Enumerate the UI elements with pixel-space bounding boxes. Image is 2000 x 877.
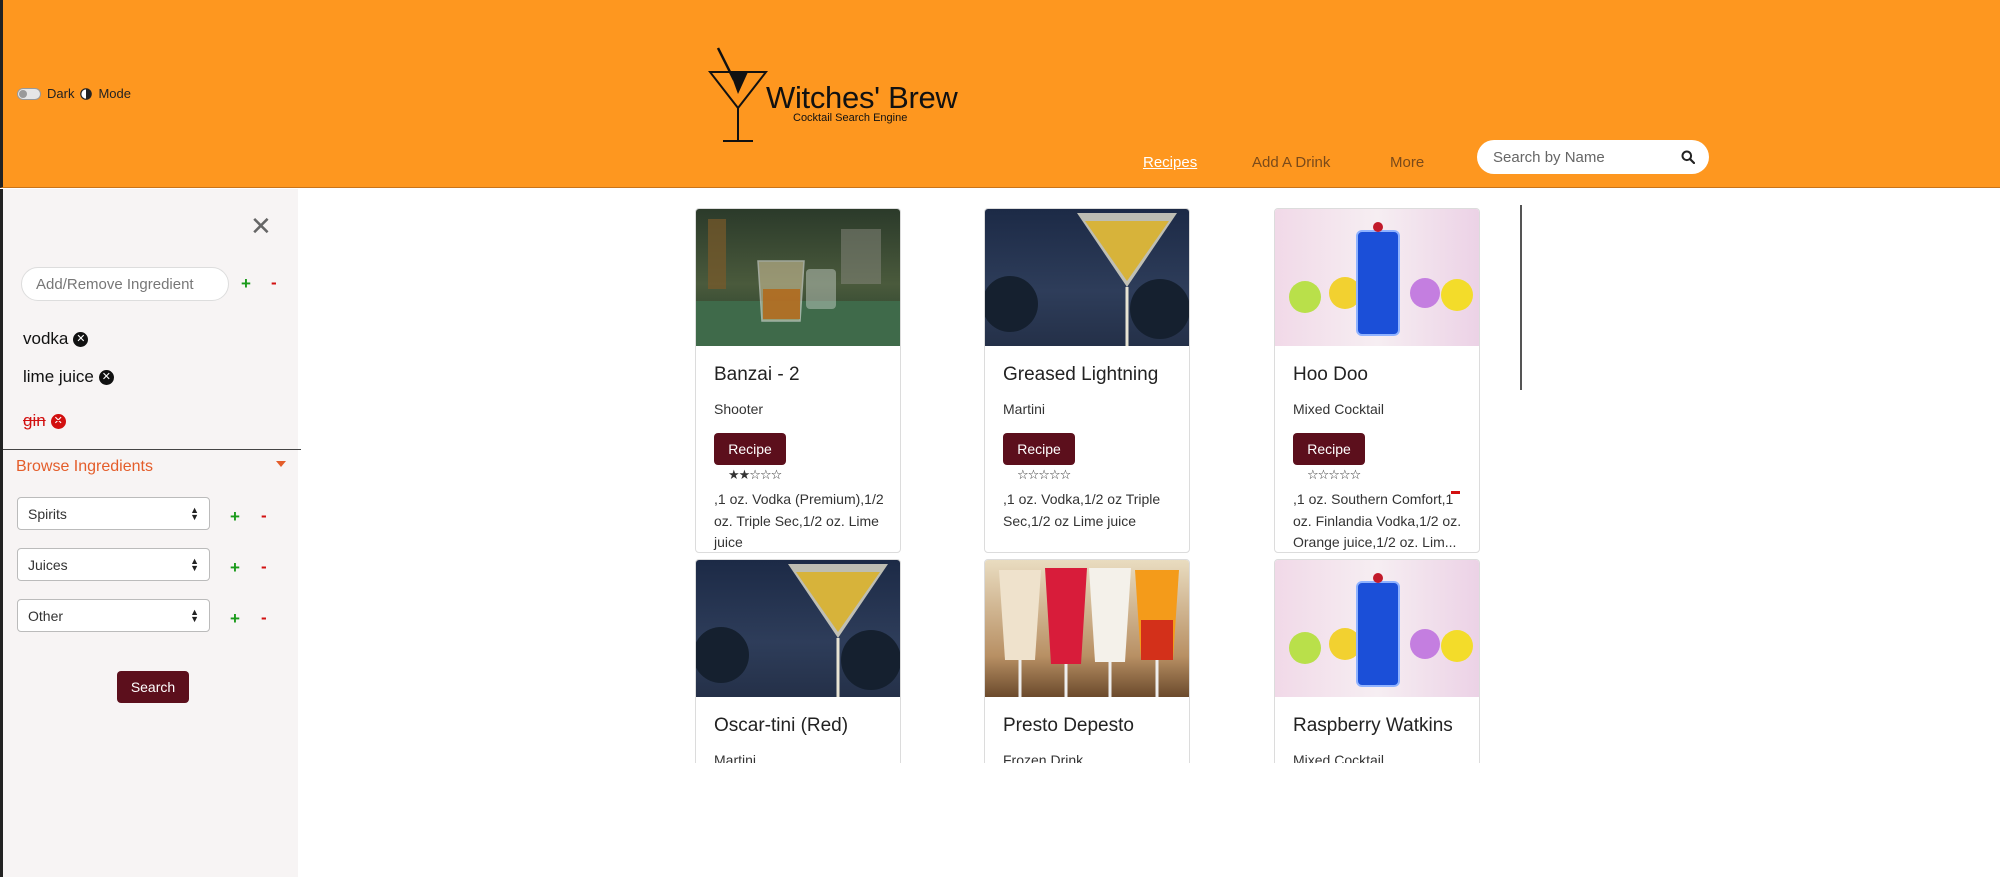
select-value: Other [28,607,64,624]
drink-category: Shooter [714,401,764,417]
mode-label: Mode [98,86,131,101]
remove-ingredient-button[interactable]: - [271,273,277,293]
select-value: Juices [28,556,68,573]
sidebar-divider [3,449,301,450]
red-marker [1451,491,1460,494]
drink-photo [696,560,900,697]
search-button[interactable]: Search [117,671,189,703]
search-input[interactable] [1491,147,1675,167]
drink-title: Greased Lightning [1003,364,1159,385]
dark-label: Dark [47,86,75,101]
drink-title: Raspberry Watkins [1293,715,1453,736]
remove-spirit-button[interactable]: - [261,506,267,526]
results-grid: Banzai - 2 Shooter Recipe ★★☆☆☆ ,1 oz. V… [695,208,1485,763]
drink-category: Mixed Cocktail [1293,752,1385,763]
select-arrows-icon: ▲ ▼ [190,606,199,624]
site-header: Dark Mode Witches' Brew Cocktail Search … [0,0,2000,188]
dark-mode-toggle[interactable]: Dark Mode [17,86,131,101]
drink-category: Mixed Cocktail [1293,401,1385,417]
drink-title: Hoo Doo [1293,364,1368,385]
add-spirit-button[interactable]: + [230,507,240,527]
select-arrows-icon: ▲ ▼ [190,504,199,522]
drink-title: Presto Depesto [1003,715,1134,736]
star-rating[interactable]: ☆☆☆☆☆ [1307,468,1361,483]
ingredient-chip-vodka: vodka ✕ [23,329,89,349]
add-ingredient-button[interactable]: + [241,274,251,294]
ingredient-chip-lime-juice: lime juice ✕ [23,367,114,387]
drink-title: Oscar-tini (Red) [714,715,849,736]
drink-category: Martini [714,752,757,763]
drink-card[interactable]: Greased Lightning Martini Recipe ☆☆☆☆☆ ,… [984,208,1190,553]
drink-ingredients: ,1 oz. Vodka,1/2 oz Triple Sec,1/2 oz Li… [1003,491,1161,529]
drink-title: Banzai - 2 [714,364,800,385]
close-icon[interactable]: ✕ [250,213,272,239]
remove-chip-icon[interactable]: ✕ [98,369,114,385]
drink-category: Martini [1003,401,1046,417]
drink-ingredients: ,1 oz. Vodka (Premium),1/2 oz. Triple Se… [714,491,884,550]
add-juice-button[interactable]: + [230,558,240,578]
juices-select[interactable]: Juices ▲ ▼ [17,548,210,581]
chip-label: lime juice [23,367,94,386]
drink-photo [985,209,1189,346]
ingredient-input[interactable] [21,267,229,301]
contrast-icon [80,87,93,100]
other-select[interactable]: Other ▲ ▼ [17,599,210,632]
logo-title: Witches' Brew [766,80,958,115]
recipe-button[interactable]: Recipe [714,433,786,465]
spirits-select[interactable]: Spirits ▲ ▼ [17,497,210,530]
star-rating[interactable]: ☆☆☆☆☆ [1017,468,1071,483]
star-rating[interactable]: ★★☆☆☆ [728,468,782,483]
filter-sidebar: ✕ + - vodka ✕ lime juice ✕ gin ✕ Browse … [0,189,301,877]
add-other-button[interactable]: + [230,609,240,629]
drink-photo [696,209,900,346]
drink-card[interactable]: Presto Depesto Frozen Drink [984,559,1190,763]
site-logo[interactable]: Witches' Brew Cocktail Search Engine [708,42,968,147]
drink-card[interactable]: Banzai - 2 Shooter Recipe ★★☆☆☆ ,1 oz. V… [695,208,901,553]
nav-recipes[interactable]: Recipes [1143,154,1197,171]
select-value: Spirits [28,505,67,522]
toggle-switch[interactable] [17,87,41,100]
chip-label: vodka [23,329,69,348]
caret-down-icon[interactable] [276,461,286,467]
remove-chip-icon[interactable]: ✕ [50,413,66,429]
chip-label: gin [23,411,46,430]
drink-photo [1275,560,1479,697]
drink-card[interactable]: Oscar-tini (Red) Martini [695,559,901,763]
browse-ingredients-toggle[interactable]: Browse Ingredients [16,458,153,476]
recipe-button[interactable]: Recipe [1293,433,1365,465]
ingredient-chip-gin: gin ✕ [23,411,66,431]
drink-card[interactable]: Raspberry Watkins Mixed Cocktail [1274,559,1480,763]
nav-more[interactable]: More [1390,154,1424,171]
select-arrows-icon: ▲ ▼ [190,555,199,573]
remove-chip-icon[interactable]: ✕ [73,331,89,347]
name-search [1477,140,1709,174]
recipe-button[interactable]: Recipe [1003,433,1075,465]
cocktail-glass-icon [708,47,768,142]
drink-photo [1275,209,1479,346]
drink-card[interactable]: Hoo Doo Mixed Cocktail Recipe ☆☆☆☆☆ ,1 o… [1274,208,1480,553]
scrollbar[interactable] [1520,205,1522,390]
drink-ingredients: ,1 oz. Southern Comfort,1 oz. Finlandia … [1293,491,1462,550]
logo-subtitle: Cocktail Search Engine [793,112,908,124]
remove-other-button[interactable]: - [261,608,267,628]
nav-add-a-drink[interactable]: Add A Drink [1252,154,1330,171]
drink-category: Frozen Drink [1003,752,1084,763]
remove-juice-button[interactable]: - [261,557,267,577]
search-icon[interactable] [1681,150,1695,164]
drink-photo [985,560,1189,697]
